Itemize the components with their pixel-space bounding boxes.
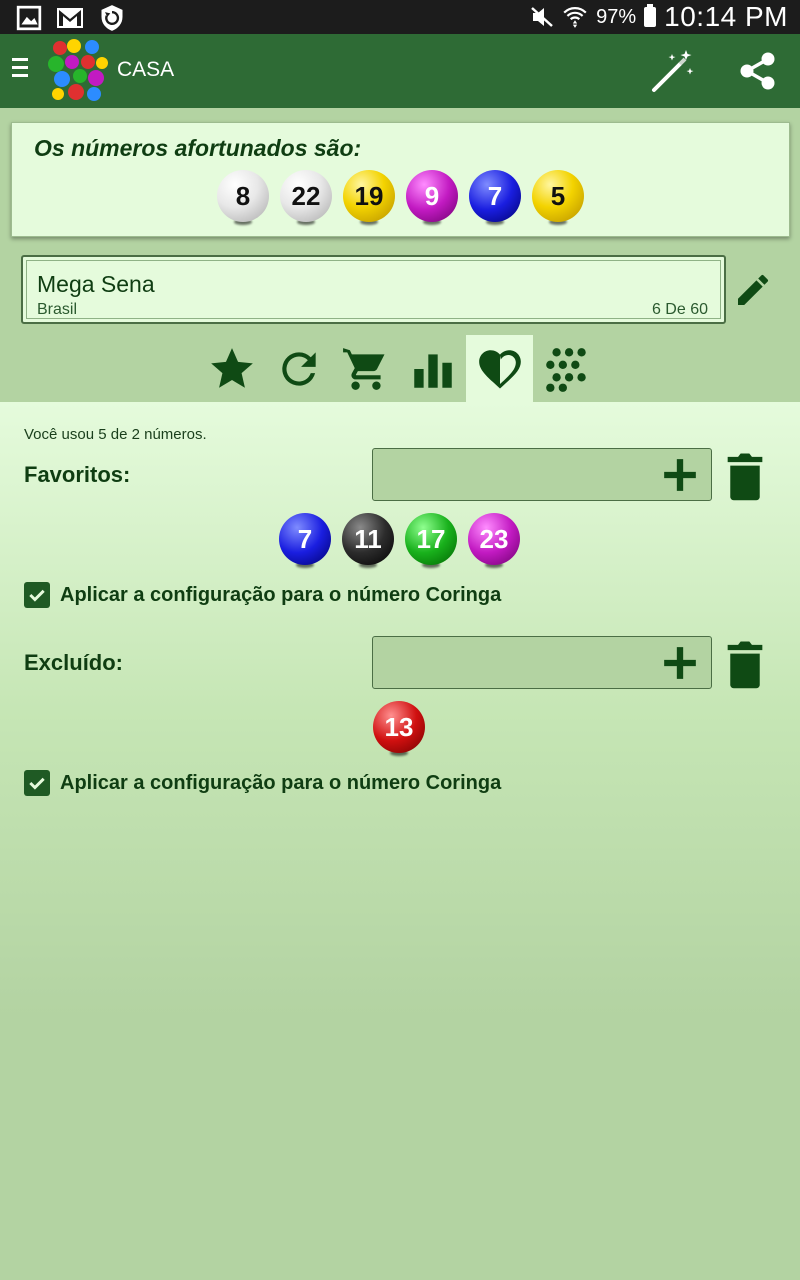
tab-favorites[interactable] bbox=[466, 335, 533, 402]
tab-star[interactable] bbox=[198, 335, 265, 402]
heart-icon bbox=[478, 349, 521, 388]
edit-pencil-icon[interactable] bbox=[733, 270, 773, 310]
tab-refresh[interactable] bbox=[265, 335, 332, 402]
lucky-ball[interactable]: 8 bbox=[217, 170, 269, 232]
number-ball: 23 bbox=[468, 513, 520, 565]
lucky-ball[interactable]: 22 bbox=[280, 170, 332, 232]
lucky-numbers-card: Os números afortunados são: 8 22 19 9 7 5 bbox=[11, 122, 790, 237]
excluded-wildcard-label: Aplicar a configuração para o número Cor… bbox=[60, 771, 502, 794]
excluded-wildcard-option[interactable]: Aplicar a configuração para o número Cor… bbox=[24, 770, 501, 796]
number-ball: 8 bbox=[217, 170, 269, 222]
number-ball: 7 bbox=[469, 170, 521, 222]
app-bar: CASA bbox=[0, 34, 800, 108]
clock: 10:14 PM bbox=[664, 1, 788, 32]
game-country: Brasil bbox=[37, 301, 78, 318]
number-ball: 13 bbox=[373, 701, 425, 753]
favorite-balls: 7 11 17 23 bbox=[279, 513, 520, 575]
app-logo[interactable] bbox=[48, 38, 110, 102]
number-ball: 7 bbox=[279, 513, 331, 565]
favorites-wildcard-label: Aplicar a configuração para o número Cor… bbox=[60, 583, 502, 606]
gallery-icon bbox=[16, 5, 42, 31]
lucky-ball[interactable]: 7 bbox=[469, 170, 521, 232]
favorites-label: Favoritos: bbox=[24, 462, 131, 487]
favorite-ball[interactable]: 7 bbox=[279, 513, 331, 575]
dots-icon bbox=[545, 347, 586, 392]
excluded-label: Excluído: bbox=[24, 650, 124, 675]
battery-percentage: 97% bbox=[596, 5, 637, 28]
favorite-ball[interactable]: 11 bbox=[342, 513, 394, 575]
favorites-panel: Você usou 5 de 2 números. Favoritos: 7 11… bbox=[0, 402, 800, 1280]
checkmark-icon bbox=[29, 589, 45, 602]
number-ball: 17 bbox=[405, 513, 457, 565]
tab-statistics[interactable] bbox=[399, 335, 466, 402]
bar-chart-icon bbox=[413, 353, 452, 388]
add-excluded-plus-icon[interactable] bbox=[661, 644, 699, 682]
excluded-input[interactable] bbox=[372, 636, 712, 689]
number-ball: 5 bbox=[532, 170, 584, 222]
cart-icon bbox=[342, 347, 384, 390]
excluded-balls: 13 bbox=[373, 701, 425, 763]
game-name: Mega Sena bbox=[37, 271, 155, 297]
excluded-ball[interactable]: 13 bbox=[373, 701, 425, 763]
wifi-icon bbox=[563, 7, 587, 28]
star-icon bbox=[210, 347, 253, 388]
favorite-ball[interactable]: 23 bbox=[468, 513, 520, 575]
add-favorite-plus-icon[interactable] bbox=[661, 456, 699, 494]
number-ball: 9 bbox=[406, 170, 458, 222]
battery-icon bbox=[644, 4, 657, 27]
tab-cart[interactable] bbox=[332, 335, 399, 402]
delete-excluded-trash-icon[interactable] bbox=[724, 638, 766, 690]
tab-bar bbox=[198, 335, 600, 402]
shield-sync-icon bbox=[101, 5, 123, 31]
game-format: 6 De 60 bbox=[651, 301, 708, 318]
lucky-numbers-title: Os números afortunados são: bbox=[34, 135, 362, 161]
refresh-icon bbox=[281, 351, 316, 386]
app-title: CASA bbox=[117, 58, 175, 81]
number-ball: 11 bbox=[342, 513, 394, 565]
lucky-balls: 8 22 19 9 7 5 bbox=[217, 170, 584, 232]
header-panel: Os números afortunados são: 8 22 19 9 7 5 Meg… bbox=[0, 108, 800, 402]
tab-numbers[interactable] bbox=[533, 335, 600, 402]
magic-wand-icon[interactable] bbox=[650, 48, 696, 94]
gmail-icon bbox=[57, 8, 83, 28]
mute-icon bbox=[531, 7, 553, 27]
game-selector[interactable]: Mega Sena Brasil 6 De 60 bbox=[21, 255, 726, 324]
number-ball: 22 bbox=[280, 170, 332, 222]
delete-favorites-trash-icon[interactable] bbox=[724, 450, 766, 502]
favorite-ball[interactable]: 17 bbox=[405, 513, 457, 575]
number-ball: 19 bbox=[343, 170, 395, 222]
checkmark-icon bbox=[29, 777, 45, 790]
lucky-ball[interactable]: 9 bbox=[406, 170, 458, 232]
favorites-input[interactable] bbox=[372, 448, 712, 501]
menu-icon[interactable] bbox=[12, 58, 28, 82]
favorites-wildcard-checkbox[interactable] bbox=[24, 582, 50, 608]
usage-text: Você usou 5 de 2 números. bbox=[24, 426, 207, 443]
lucky-ball[interactable]: 5 bbox=[532, 170, 584, 232]
status-bar: 97% 10:14 PM bbox=[0, 0, 800, 34]
excluded-wildcard-checkbox[interactable] bbox=[24, 770, 50, 796]
share-icon[interactable] bbox=[737, 50, 779, 92]
favorites-wildcard-option[interactable]: Aplicar a configuração para o número Cor… bbox=[24, 582, 501, 608]
lucky-ball[interactable]: 19 bbox=[343, 170, 395, 232]
